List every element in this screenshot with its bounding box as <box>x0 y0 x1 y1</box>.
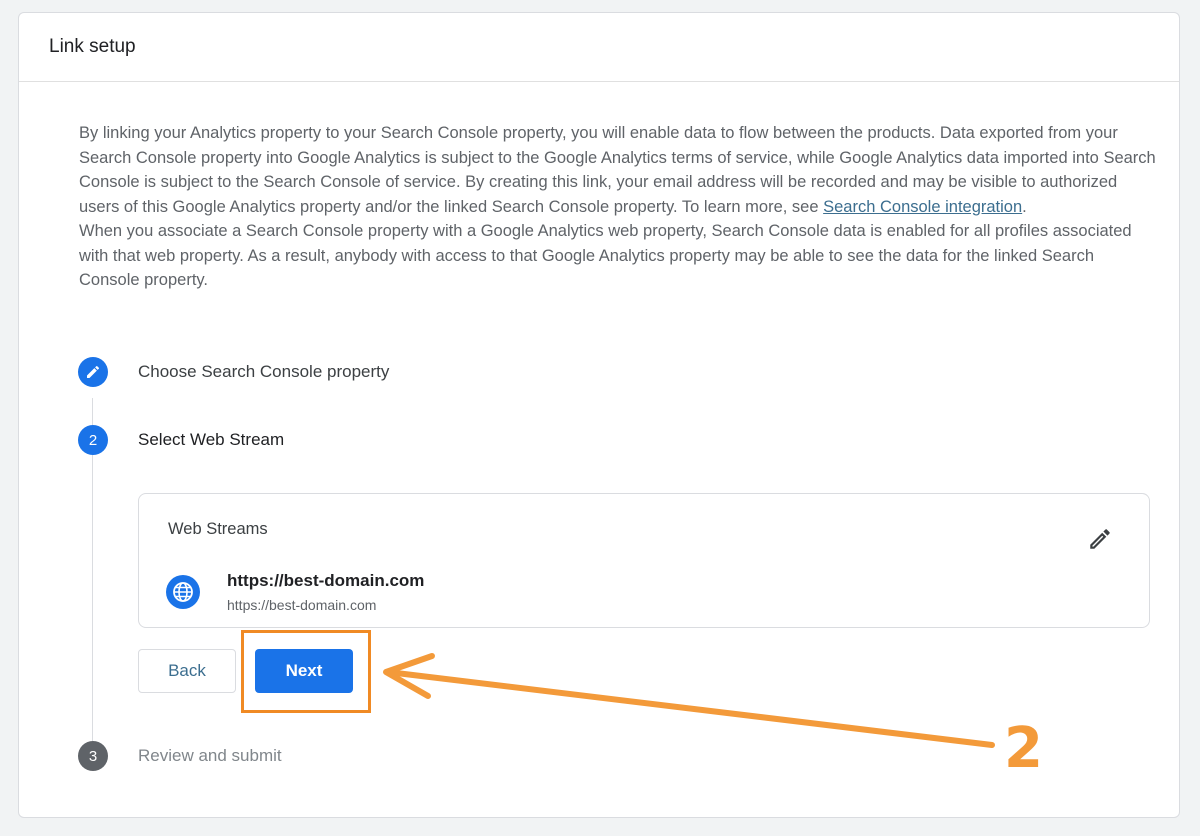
globe-icon <box>166 575 200 609</box>
stream-url-secondary: https://best-domain.com <box>227 597 377 613</box>
step-2-label: Select Web Stream <box>138 430 285 449</box>
step-3-indicator: 3 <box>78 741 108 771</box>
search-console-integration-link[interactable]: Search Console integration <box>823 198 1022 216</box>
annotation-number: 2 <box>1004 716 1043 781</box>
description: By linking your Analytics property to yo… <box>79 121 1159 293</box>
annotation-highlight-box <box>241 630 371 713</box>
web-streams-panel: Web Streams https://best-domain.com http… <box>138 493 1150 628</box>
back-button[interactable]: Back <box>138 649 236 693</box>
pencil-icon <box>87 365 100 378</box>
stream-url: https://best-domain.com <box>227 571 425 590</box>
step-3-label: Review and submit <box>138 746 282 765</box>
description-paragraph-2: When you associate a Search Console prop… <box>79 222 1132 289</box>
step-1-label[interactable]: Choose Search Console property <box>138 362 389 382</box>
step-1-indicator <box>78 357 108 387</box>
link-setup-card: Link setup By linking your Analytics pro… <box>18 12 1180 818</box>
description-period: . <box>1022 197 1027 216</box>
step-2-indicator: 2 <box>78 425 108 455</box>
page-title: Link setup <box>49 36 136 57</box>
web-streams-title: Web Streams <box>168 520 268 538</box>
card-header: Link setup <box>19 13 1179 82</box>
pencil-icon[interactable] <box>1087 526 1113 552</box>
